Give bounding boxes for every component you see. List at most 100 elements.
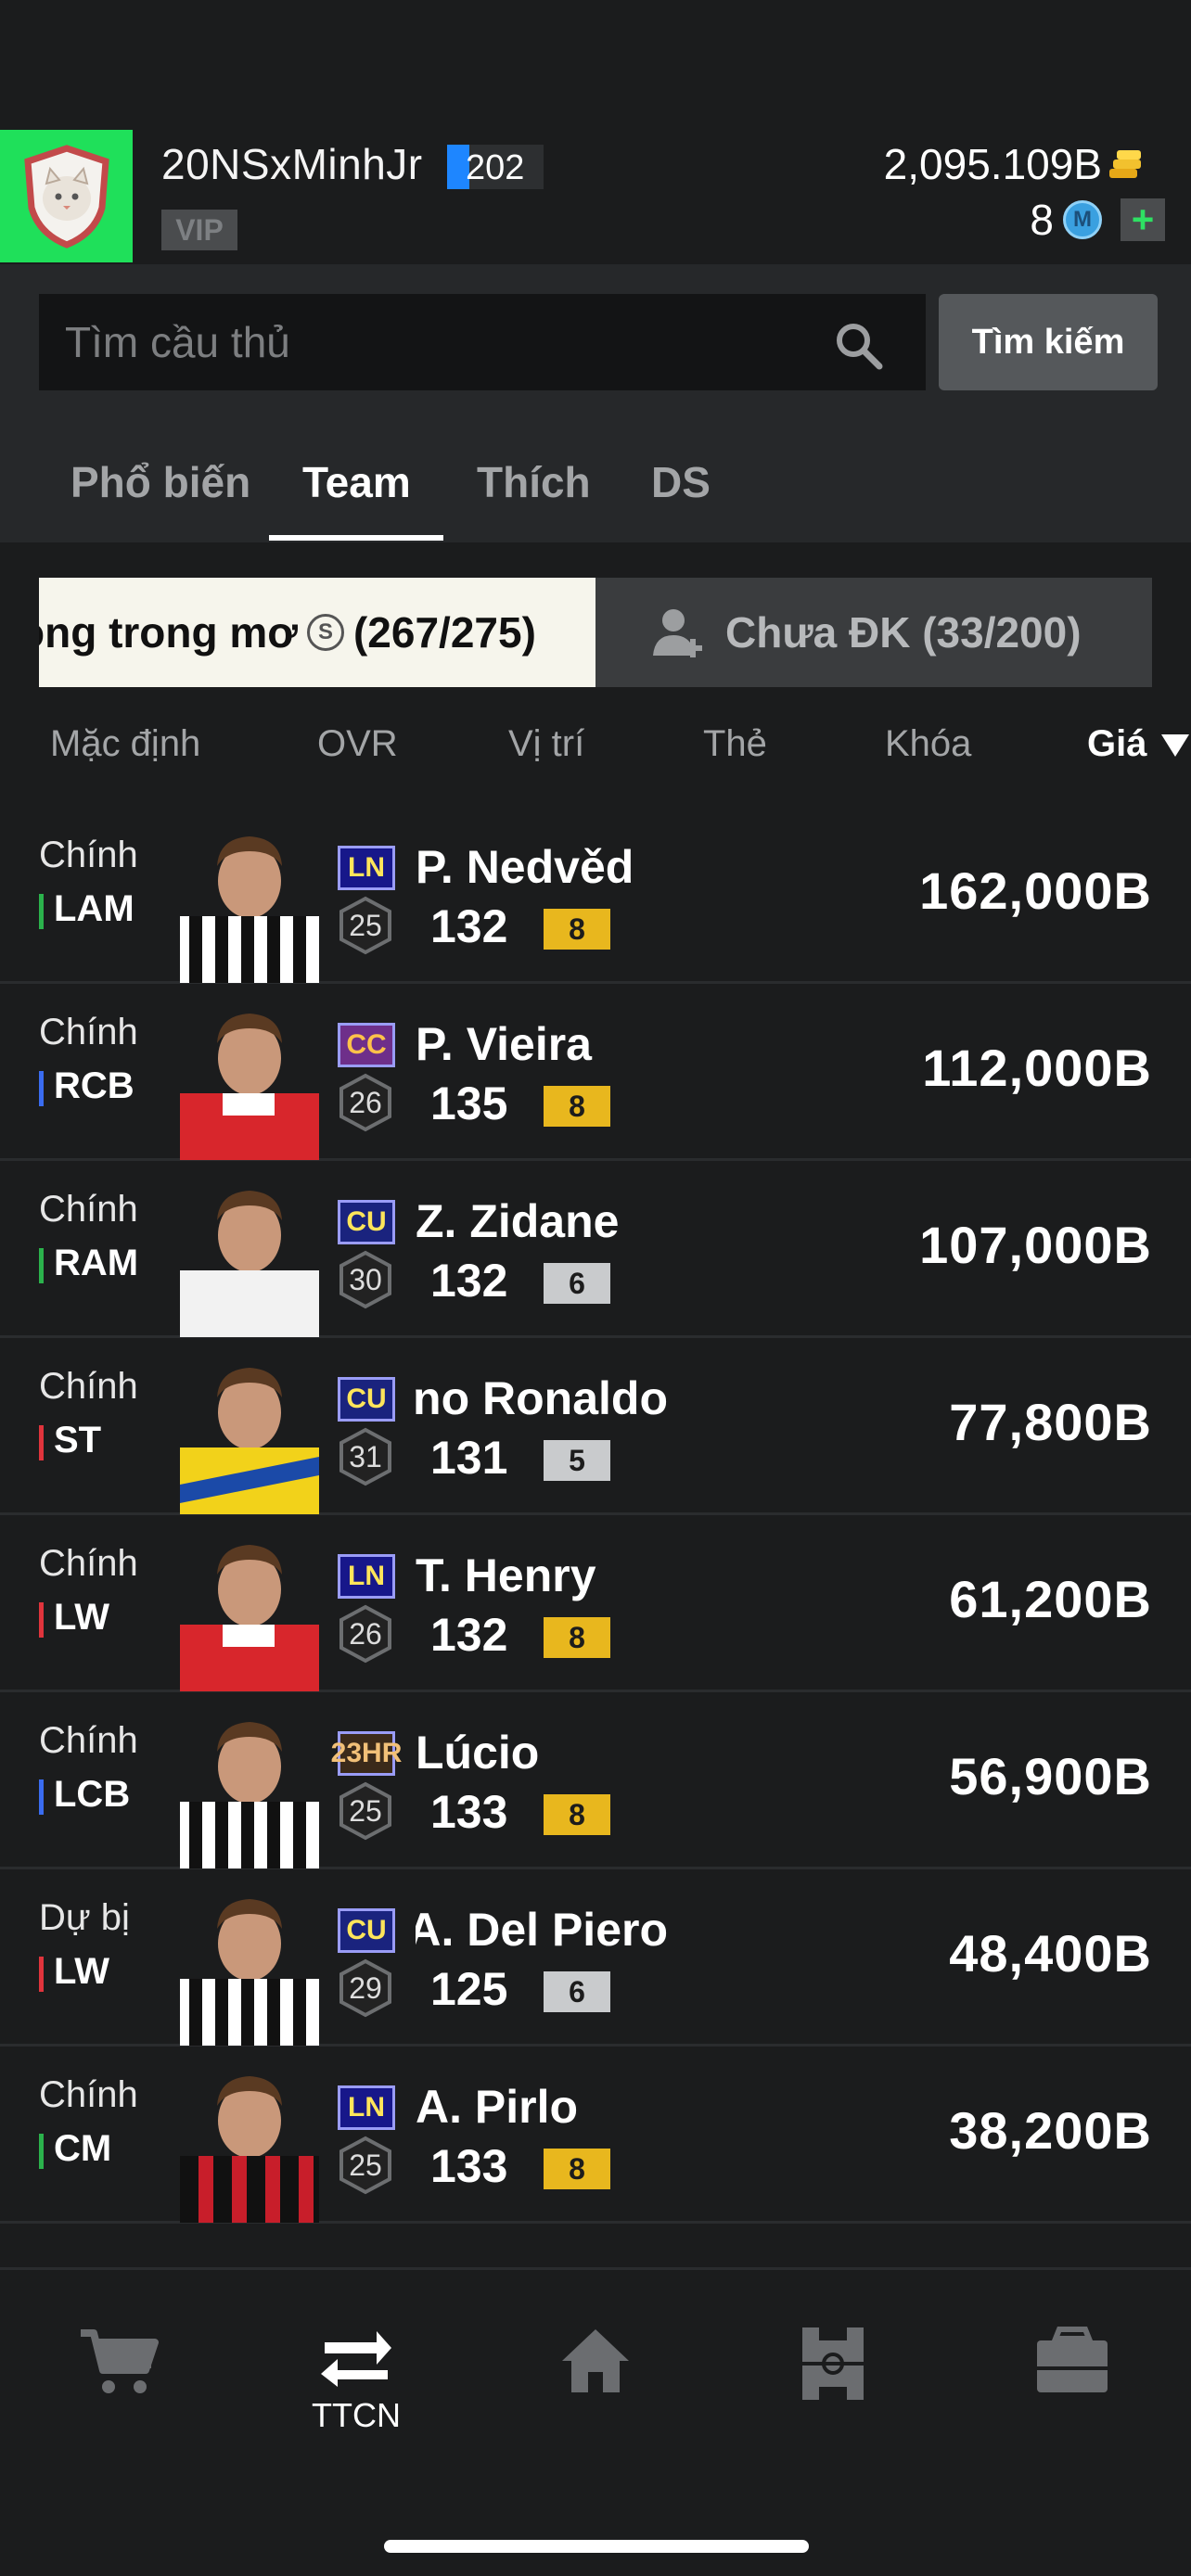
season-number: 26	[349, 1086, 382, 1119]
season-number: 31	[349, 1440, 382, 1473]
player-row[interactable]: Dự bị LW CU 29 A. Del Piero 125 6 48,400…	[0, 1869, 1191, 2047]
player-position: RAM	[39, 1243, 138, 1284]
nav-briefcase[interactable]	[1017, 2326, 1128, 2455]
position-color-bar	[39, 1071, 44, 1106]
card-type-badge: 23HR	[331, 1731, 402, 1776]
upgrade-level-badge: 8	[544, 909, 610, 950]
active-tab-indicator	[269, 535, 443, 541]
tab-team[interactable]: Team	[302, 440, 411, 542]
player-price: 38,200B	[949, 2101, 1152, 2160]
transfer-icon	[321, 2331, 391, 2387]
card-type-badge: CU	[338, 1200, 395, 1244]
formation-icon	[802, 2327, 864, 2400]
profile-header: 20NSxMinhJr 202 VIP 2,095.109B 8 M +	[0, 130, 1191, 264]
search-button[interactable]: Tìm kiếm	[939, 294, 1158, 390]
nav-shop[interactable]	[63, 2326, 174, 2455]
position-color-bar	[39, 1779, 44, 1815]
sort-card[interactable]: Thẻ	[703, 723, 767, 765]
player-price: 107,000B	[919, 1216, 1152, 1274]
upgrade-level-badge: 6	[544, 1971, 610, 2012]
player-ovr: 132	[430, 1255, 508, 1307]
sort-price[interactable]: Giá	[1087, 723, 1146, 765]
nav-formation[interactable]	[777, 2326, 889, 2455]
position-color-bar	[39, 894, 44, 929]
add-person-icon	[653, 609, 702, 657]
search-input[interactable]	[39, 294, 926, 390]
player-position: ST	[39, 1420, 101, 1461]
player-list: Chính LAM LN 25 P. Nedvěd 132 8 162,000B…	[0, 807, 1191, 2267]
tab-list[interactable]: DS	[651, 440, 711, 542]
level-number: 202	[466, 148, 525, 187]
player-position-label: ST	[54, 1420, 102, 1460]
player-row[interactable]: Chính CM LN 25 A. Pirlo 133 8 38,200B	[0, 2047, 1191, 2224]
player-position: LAM	[39, 888, 134, 930]
unregistered-filter[interactable]: Chưa ĐK (33/200)	[596, 578, 1152, 687]
player-row[interactable]: Chính LAM LN 25 P. Nedvěd 132 8 162,000B	[0, 807, 1191, 984]
player-ovr: 125	[430, 1963, 508, 2015]
sort-default[interactable]: Mặc định	[50, 723, 200, 765]
sort-position[interactable]: Vị trí	[508, 723, 584, 765]
card-type-badge: CC	[338, 1023, 395, 1067]
player-name: A. Del Piero	[416, 1904, 668, 1956]
tab-popular[interactable]: Phổ biến	[70, 440, 250, 542]
player-row[interactable]: Chính LW LN 26 T. Henry 132 8 61,200B	[0, 1515, 1191, 1692]
home-icon	[562, 2329, 629, 2392]
player-role: Chính	[39, 1366, 138, 1407]
player-role: Chính	[39, 835, 138, 875]
sort-lock[interactable]: Khóa	[885, 723, 971, 765]
position-color-bar	[39, 1602, 44, 1638]
tab-bar: Phổ biến Team Thích DS	[0, 440, 1191, 542]
player-photo	[180, 1014, 319, 1160]
season-number: 25	[349, 909, 382, 942]
add-points-button[interactable]: +	[1121, 198, 1165, 241]
dream-team-filter[interactable]: óng trong mơ S (267/275)	[39, 578, 596, 687]
player-photo	[180, 1545, 319, 1691]
position-color-bar	[39, 1425, 44, 1460]
player-position-label: LW	[54, 1597, 109, 1638]
season-number: 25	[349, 2149, 382, 2182]
player-name: A. Pirlo	[416, 2081, 579, 2133]
player-price: 162,000B	[919, 861, 1152, 920]
card-type-badge: LN	[338, 1554, 395, 1599]
upgrade-level-badge: 8	[544, 1617, 610, 1658]
player-row[interactable]: Chính ST CU 31 Cristiano Ronaldo 131 5 7…	[0, 1338, 1191, 1515]
briefcase-icon	[1037, 2327, 1108, 2392]
season-number: 25	[349, 1794, 382, 1828]
player-price: 61,200B	[949, 1570, 1152, 1628]
search-icon[interactable]	[831, 318, 887, 374]
player-row[interactable]: Chính RCB CC 26 P. Vieira 135 8 112,000B	[0, 984, 1191, 1161]
player-position: LCB	[39, 1774, 130, 1816]
player-position-label: RAM	[54, 1243, 139, 1283]
season-number: 30	[349, 1263, 382, 1296]
player-role: Chính	[39, 2074, 138, 2115]
card-type-badge: LN	[338, 2085, 395, 2130]
player-photo	[180, 836, 319, 983]
player-row[interactable]: Chính LCB 23HR 25 Lúcio 133 8 56,900B	[0, 1692, 1191, 1869]
coin-balance: 2,095.109B	[883, 140, 1102, 188]
club-crest-icon	[23, 144, 109, 249]
player-row[interactable]: Chính RAM CU 30 Z. Zidane 132 6 107,000B	[0, 1161, 1191, 1338]
home-indicator[interactable]	[384, 2540, 809, 2553]
card-type-badge: CU	[338, 1377, 395, 1422]
nav-home[interactable]	[540, 2326, 651, 2455]
player-ovr: 133	[430, 1786, 508, 1838]
player-role: Chính	[39, 1720, 138, 1761]
player-ovr: 132	[430, 900, 508, 952]
username: 20NSxMinhJr	[161, 140, 423, 188]
player-price: 56,900B	[949, 1747, 1152, 1805]
unregistered-label: Chưa ĐK (33/200)	[725, 608, 1082, 657]
player-role: Chính	[39, 1543, 138, 1584]
sort-desc-arrow-icon	[1161, 734, 1189, 757]
sort-ovr[interactable]: OVR	[317, 723, 398, 765]
club-badge[interactable]	[0, 130, 133, 262]
s-badge-icon: S	[306, 614, 344, 651]
bottom-nav: TTCN	[0, 2267, 1191, 2576]
player-name: Cristiano Ronaldo	[416, 1372, 668, 1424]
dream-team-label: óng trong mơ	[39, 608, 298, 657]
player-ovr: 131	[430, 1432, 508, 1484]
player-name: P. Nedvěd	[416, 841, 634, 893]
player-price: 77,800B	[949, 1393, 1152, 1451]
tab-liked[interactable]: Thích	[477, 440, 591, 542]
upgrade-level-badge: 8	[544, 1086, 610, 1127]
nav-transfer[interactable]: TTCN	[301, 2326, 412, 2455]
